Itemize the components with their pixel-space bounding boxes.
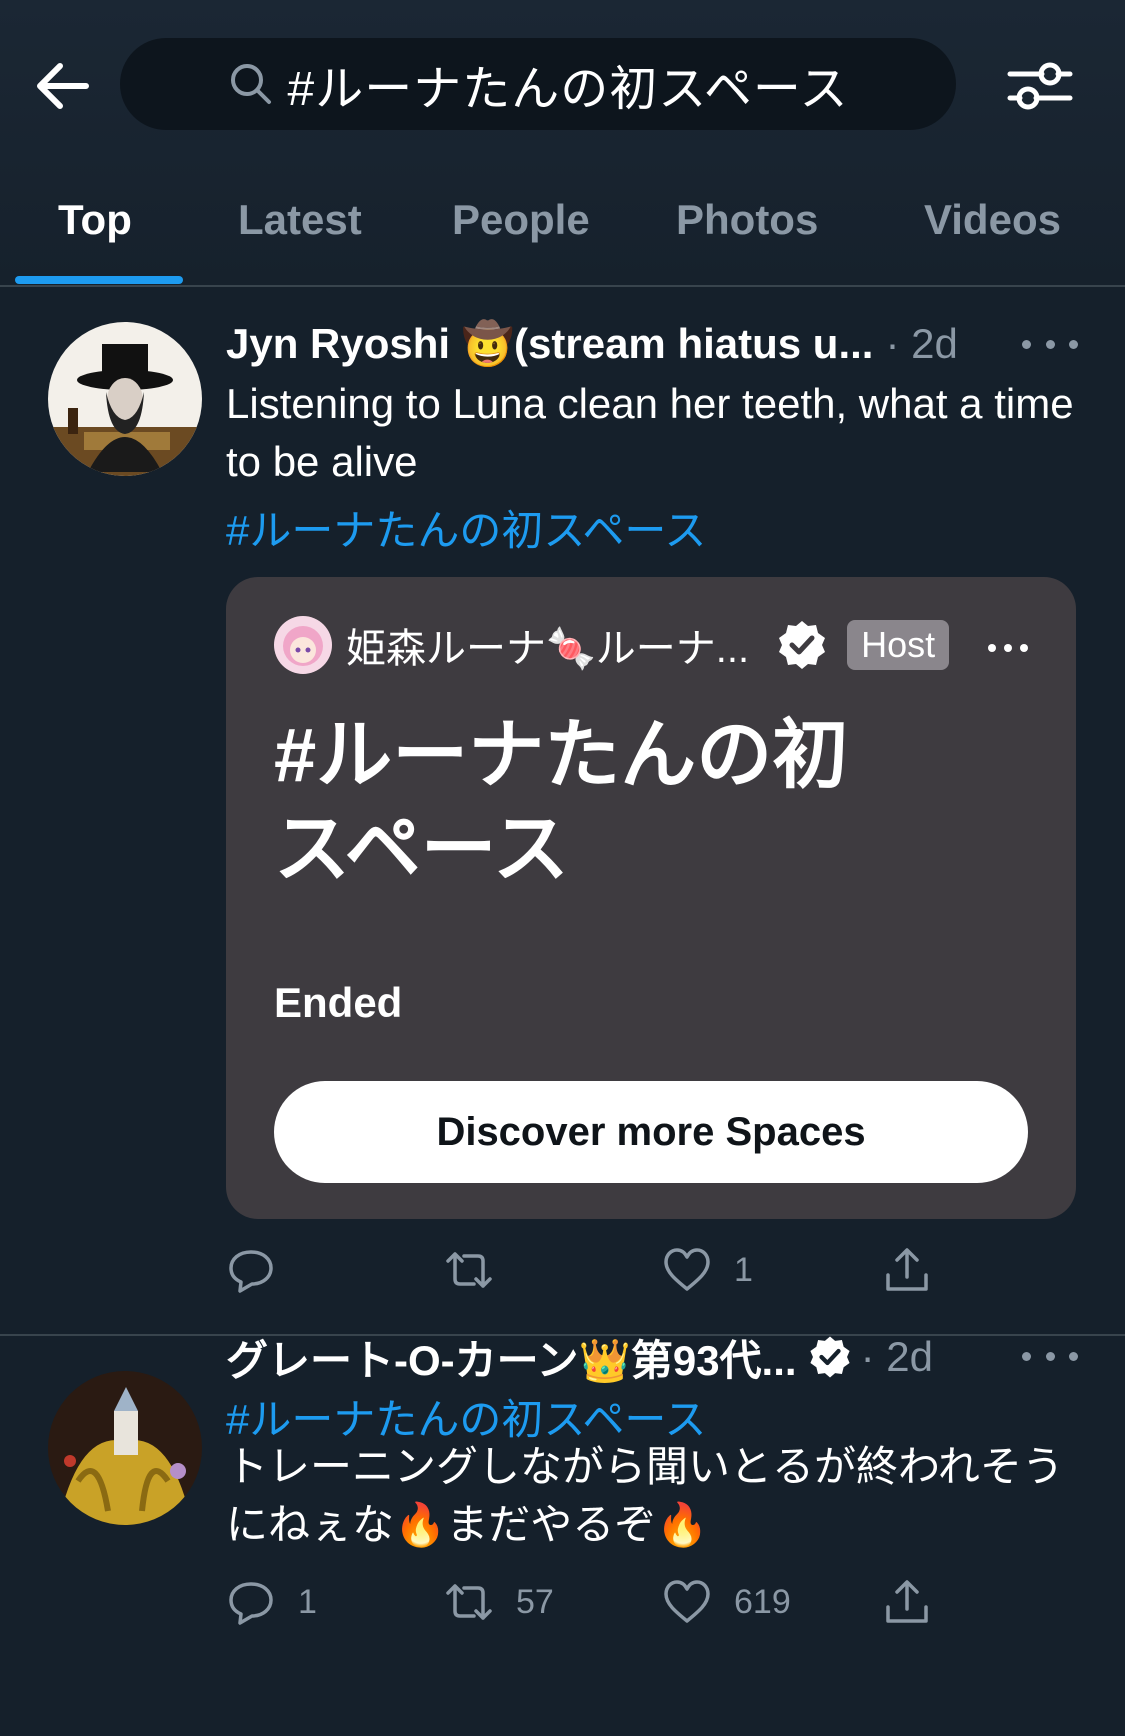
discover-spaces-label: Discover more Spaces xyxy=(436,1109,866,1154)
hashtag-link[interactable]: #ルーナたんの初スペース xyxy=(226,497,706,558)
reply-button[interactable] xyxy=(226,1240,298,1300)
tweet-text: トレーニングしながら聞いとるが終われそうにねぇな🔥まだやるぞ🔥 xyxy=(226,1443,1064,1548)
share-button[interactable] xyxy=(882,1572,932,1632)
host-avatar xyxy=(274,616,332,674)
tweet-header: Jyn Ryoshi 🤠(stream hiatus u... · 2d xyxy=(226,316,958,372)
tweet-header: グレート-O-カーン👑第93代... · 2d xyxy=(226,1329,933,1385)
reply-icon xyxy=(229,1250,273,1293)
tweet-text: Listening to Luna clean her teeth, what … xyxy=(226,380,1074,485)
share-icon xyxy=(886,1580,928,1623)
retweet-icon xyxy=(446,1252,492,1288)
tweet-actions: 1 xyxy=(226,1240,1086,1300)
space-card[interactable]: 姫森ルーナ🍬ルーナ... Host #ルーナたんの初スペース Ended Dis… xyxy=(226,577,1076,1219)
like-button[interactable]: 1 xyxy=(662,1240,753,1300)
host-badge: Host xyxy=(847,620,950,670)
tweet-actions: 1 57 619 xyxy=(226,1572,1086,1632)
tweet[interactable]: グレート-O-カーン👑第93代... · 2d #ルーナたんの初スペース トレー… xyxy=(0,1333,1125,1736)
space-status: Ended xyxy=(274,979,403,1026)
retweet-count: 57 xyxy=(516,1582,554,1621)
like-count: 619 xyxy=(734,1582,791,1621)
like-count: 1 xyxy=(734,1250,753,1289)
reply-icon xyxy=(229,1582,273,1625)
more-icon[interactable] xyxy=(1022,324,1078,364)
tweet[interactable]: Jyn Ryoshi 🤠(stream hiatus u... · 2d Lis… xyxy=(0,0,1125,1336)
tweet-time[interactable]: · 2d xyxy=(861,1333,933,1381)
verified-badge-icon xyxy=(779,621,826,669)
verified-badge-icon xyxy=(809,1336,850,1378)
retweet-button[interactable] xyxy=(444,1240,516,1300)
avatar[interactable] xyxy=(48,322,202,476)
avatar[interactable] xyxy=(48,1371,202,1525)
search-results-screen: #ルーナたんの初スペース Top Latest People Photos Vi… xyxy=(0,0,1125,1736)
host-name: 姫森ルーナ🍬ルーナ... xyxy=(346,627,750,671)
discover-spaces-button[interactable]: Discover more Spaces xyxy=(274,1081,1028,1183)
space-host: 姫森ルーナ🍬ルーナ... Host xyxy=(274,615,950,675)
display-name[interactable]: グレート-O-カーン👑第93代... xyxy=(226,1327,797,1388)
reply-button[interactable]: 1 xyxy=(226,1572,317,1632)
space-title: #ルーナたんの初スペース xyxy=(274,713,849,892)
more-icon[interactable] xyxy=(1022,1336,1078,1376)
display-name[interactable]: Jyn Ryoshi 🤠(stream hiatus u... xyxy=(226,320,873,369)
retweet-icon xyxy=(446,1584,492,1620)
like-icon xyxy=(664,1580,710,1623)
reply-count: 1 xyxy=(298,1582,317,1621)
like-icon xyxy=(664,1248,710,1291)
share-icon xyxy=(886,1248,928,1291)
tweet-time[interactable]: · 2d xyxy=(885,320,957,368)
like-button[interactable]: 619 xyxy=(662,1572,791,1632)
share-button[interactable] xyxy=(882,1240,932,1300)
retweet-button[interactable]: 57 xyxy=(444,1572,554,1632)
more-icon[interactable] xyxy=(988,641,1028,655)
